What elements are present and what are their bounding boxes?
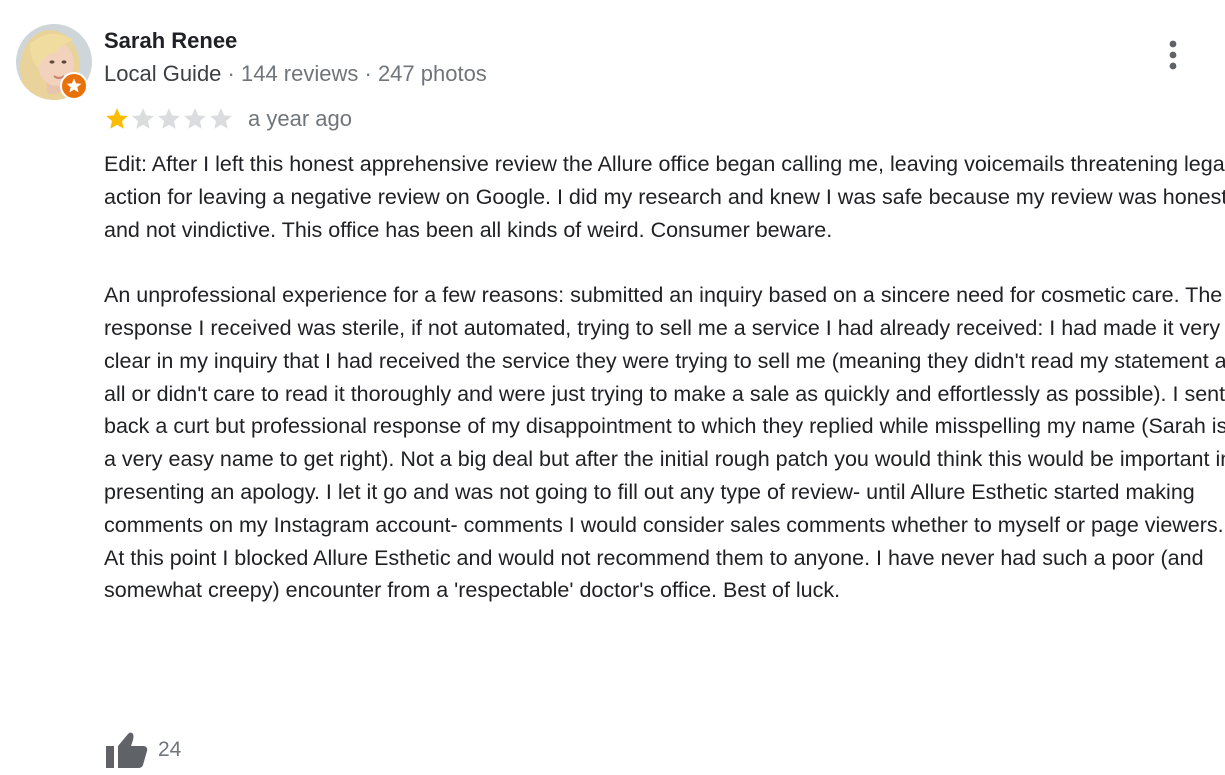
star-rating xyxy=(104,106,234,132)
more-options-button[interactable] xyxy=(1156,36,1190,74)
star-empty-icon xyxy=(132,108,154,129)
meta-separator: · xyxy=(221,61,241,86)
review-count: 144 reviews xyxy=(240,61,359,86)
star-empty-icon xyxy=(184,108,206,129)
meta-separator: · xyxy=(358,61,378,86)
review-date: a year ago xyxy=(248,106,352,131)
like-count: 24 xyxy=(158,738,182,761)
reviewer-name[interactable]: Sarah Renee xyxy=(104,26,237,56)
thumbs-up-icon xyxy=(106,732,148,768)
star-empty-icon xyxy=(210,108,232,129)
star-filled-icon xyxy=(106,108,128,129)
review-paragraph: Edit: After I left this honest apprehens… xyxy=(104,152,1225,242)
local-guide-badge-icon xyxy=(60,72,88,100)
review-paragraph: An unprofessional experience for a few r… xyxy=(104,283,1225,603)
review-text: Edit: After I left this honest apprehens… xyxy=(104,148,1225,607)
reviewer-meta: Local Guide · 144 reviews · 247 photos xyxy=(104,60,487,88)
local-guide-label: Local Guide xyxy=(104,61,222,86)
review-card: Sarah Renee Local Guide · 144 reviews · … xyxy=(0,0,1225,775)
star-empty-icon xyxy=(158,108,180,129)
like-button[interactable]: 24 xyxy=(104,730,181,770)
rating-row: a year ago xyxy=(104,104,352,134)
more-vert-icon xyxy=(1169,40,1177,70)
photo-count: 247 photos xyxy=(377,61,487,86)
